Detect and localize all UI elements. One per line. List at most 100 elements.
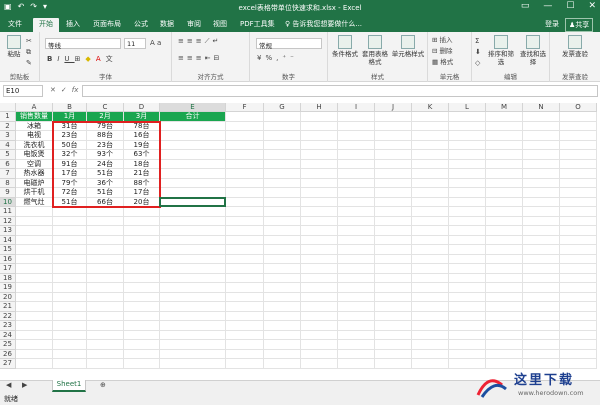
cell[interactable] bbox=[160, 264, 226, 274]
cell[interactable] bbox=[412, 321, 449, 331]
cell[interactable] bbox=[375, 197, 412, 207]
tab-page-layout[interactable]: 页面布局 bbox=[93, 19, 121, 29]
cell[interactable] bbox=[560, 349, 597, 359]
cell[interactable] bbox=[338, 264, 375, 274]
cell[interactable] bbox=[560, 121, 597, 131]
cell[interactable] bbox=[226, 302, 264, 312]
cell[interactable] bbox=[523, 321, 560, 331]
format-cells-button[interactable]: ▦ 格式 bbox=[432, 57, 453, 68]
cell[interactable] bbox=[523, 150, 560, 160]
cell[interactable] bbox=[375, 112, 412, 122]
cell[interactable]: 电磁炉 bbox=[16, 178, 53, 188]
cell[interactable] bbox=[87, 207, 124, 217]
cell[interactable] bbox=[338, 235, 375, 245]
cell[interactable]: 50台 bbox=[53, 140, 87, 150]
cell[interactable]: 3月 bbox=[124, 112, 160, 122]
cell[interactable] bbox=[264, 197, 301, 207]
cell[interactable] bbox=[523, 302, 560, 312]
cell[interactable] bbox=[87, 330, 124, 340]
cell[interactable] bbox=[226, 159, 264, 169]
cell[interactable] bbox=[560, 311, 597, 321]
cell[interactable] bbox=[375, 349, 412, 359]
cell[interactable] bbox=[16, 245, 53, 255]
cell[interactable] bbox=[412, 340, 449, 350]
cell[interactable] bbox=[523, 216, 560, 226]
cell[interactable] bbox=[560, 188, 597, 198]
cell[interactable] bbox=[449, 226, 486, 236]
cell[interactable] bbox=[486, 302, 523, 312]
cell[interactable]: 51台 bbox=[87, 188, 124, 198]
cell[interactable] bbox=[486, 216, 523, 226]
maximize-icon[interactable]: ☐ bbox=[566, 1, 574, 11]
cell[interactable] bbox=[53, 311, 87, 321]
cell[interactable] bbox=[338, 302, 375, 312]
row-header[interactable]: 14 bbox=[0, 235, 16, 245]
conditional-format-button[interactable]: 条件格式 bbox=[331, 35, 359, 58]
cell[interactable] bbox=[486, 131, 523, 141]
cell[interactable] bbox=[523, 235, 560, 245]
sort-filter-button[interactable]: 排序和筛选 bbox=[486, 35, 516, 66]
cell[interactable] bbox=[523, 131, 560, 141]
cell[interactable] bbox=[87, 321, 124, 331]
cell[interactable] bbox=[412, 226, 449, 236]
decrease-decimal-icon[interactable]: ⁻ bbox=[290, 54, 298, 62]
cell[interactable] bbox=[160, 283, 226, 293]
cell[interactable] bbox=[486, 207, 523, 217]
cell[interactable] bbox=[560, 131, 597, 141]
tab-data[interactable]: 数据 bbox=[160, 19, 174, 29]
cell[interactable] bbox=[301, 159, 338, 169]
cell[interactable] bbox=[412, 169, 449, 179]
cell[interactable] bbox=[449, 216, 486, 226]
row-header[interactable]: 27 bbox=[0, 359, 16, 369]
cell[interactable] bbox=[226, 359, 264, 369]
cell[interactable] bbox=[560, 150, 597, 160]
cut-icon[interactable]: ✂ bbox=[26, 36, 32, 47]
cell[interactable] bbox=[53, 273, 87, 283]
cell[interactable] bbox=[264, 178, 301, 188]
cell[interactable] bbox=[412, 188, 449, 198]
row-header[interactable]: 18 bbox=[0, 273, 16, 283]
cell[interactable] bbox=[226, 292, 264, 302]
cell[interactable] bbox=[449, 207, 486, 217]
cell[interactable] bbox=[338, 311, 375, 321]
prev-sheet-icon[interactable]: ◀ bbox=[6, 381, 11, 389]
cell[interactable] bbox=[16, 292, 53, 302]
cell[interactable] bbox=[449, 131, 486, 141]
cell[interactable] bbox=[160, 273, 226, 283]
cell[interactable] bbox=[124, 226, 160, 236]
cell[interactable]: 冰箱 bbox=[16, 121, 53, 131]
copy-icon[interactable]: ⧉ bbox=[26, 47, 32, 58]
cell[interactable]: 16台 bbox=[124, 131, 160, 141]
cell[interactable] bbox=[124, 273, 160, 283]
cell[interactable] bbox=[53, 349, 87, 359]
cell[interactable]: 燃气灶 bbox=[16, 197, 53, 207]
cell[interactable] bbox=[560, 178, 597, 188]
cell[interactable] bbox=[412, 207, 449, 217]
cell[interactable] bbox=[375, 188, 412, 198]
cell[interactable] bbox=[160, 216, 226, 226]
cell[interactable] bbox=[412, 131, 449, 141]
cell[interactable] bbox=[264, 188, 301, 198]
cell[interactable] bbox=[53, 302, 87, 312]
cell[interactable] bbox=[16, 340, 53, 350]
cell[interactable] bbox=[375, 330, 412, 340]
fill-icon[interactable]: ⬇ bbox=[475, 47, 481, 58]
cell[interactable] bbox=[560, 283, 597, 293]
cell[interactable] bbox=[523, 311, 560, 321]
cell[interactable] bbox=[449, 321, 486, 331]
cell[interactable] bbox=[560, 207, 597, 217]
align-top-icon[interactable]: ≡ bbox=[178, 37, 187, 45]
tell-me-box[interactable]: ♀ 告诉我您想要做什么... bbox=[285, 19, 362, 29]
cell[interactable] bbox=[412, 273, 449, 283]
cell[interactable] bbox=[16, 207, 53, 217]
cell[interactable] bbox=[264, 159, 301, 169]
row-header[interactable]: 17 bbox=[0, 264, 16, 274]
cell[interactable] bbox=[16, 264, 53, 274]
cell[interactable] bbox=[412, 283, 449, 293]
cell[interactable] bbox=[301, 321, 338, 331]
cell[interactable] bbox=[375, 273, 412, 283]
cell[interactable] bbox=[226, 273, 264, 283]
name-box[interactable]: E10 bbox=[3, 85, 43, 97]
cell-styles-button[interactable]: 单元格样式 bbox=[391, 35, 425, 58]
cell[interactable] bbox=[124, 245, 160, 255]
